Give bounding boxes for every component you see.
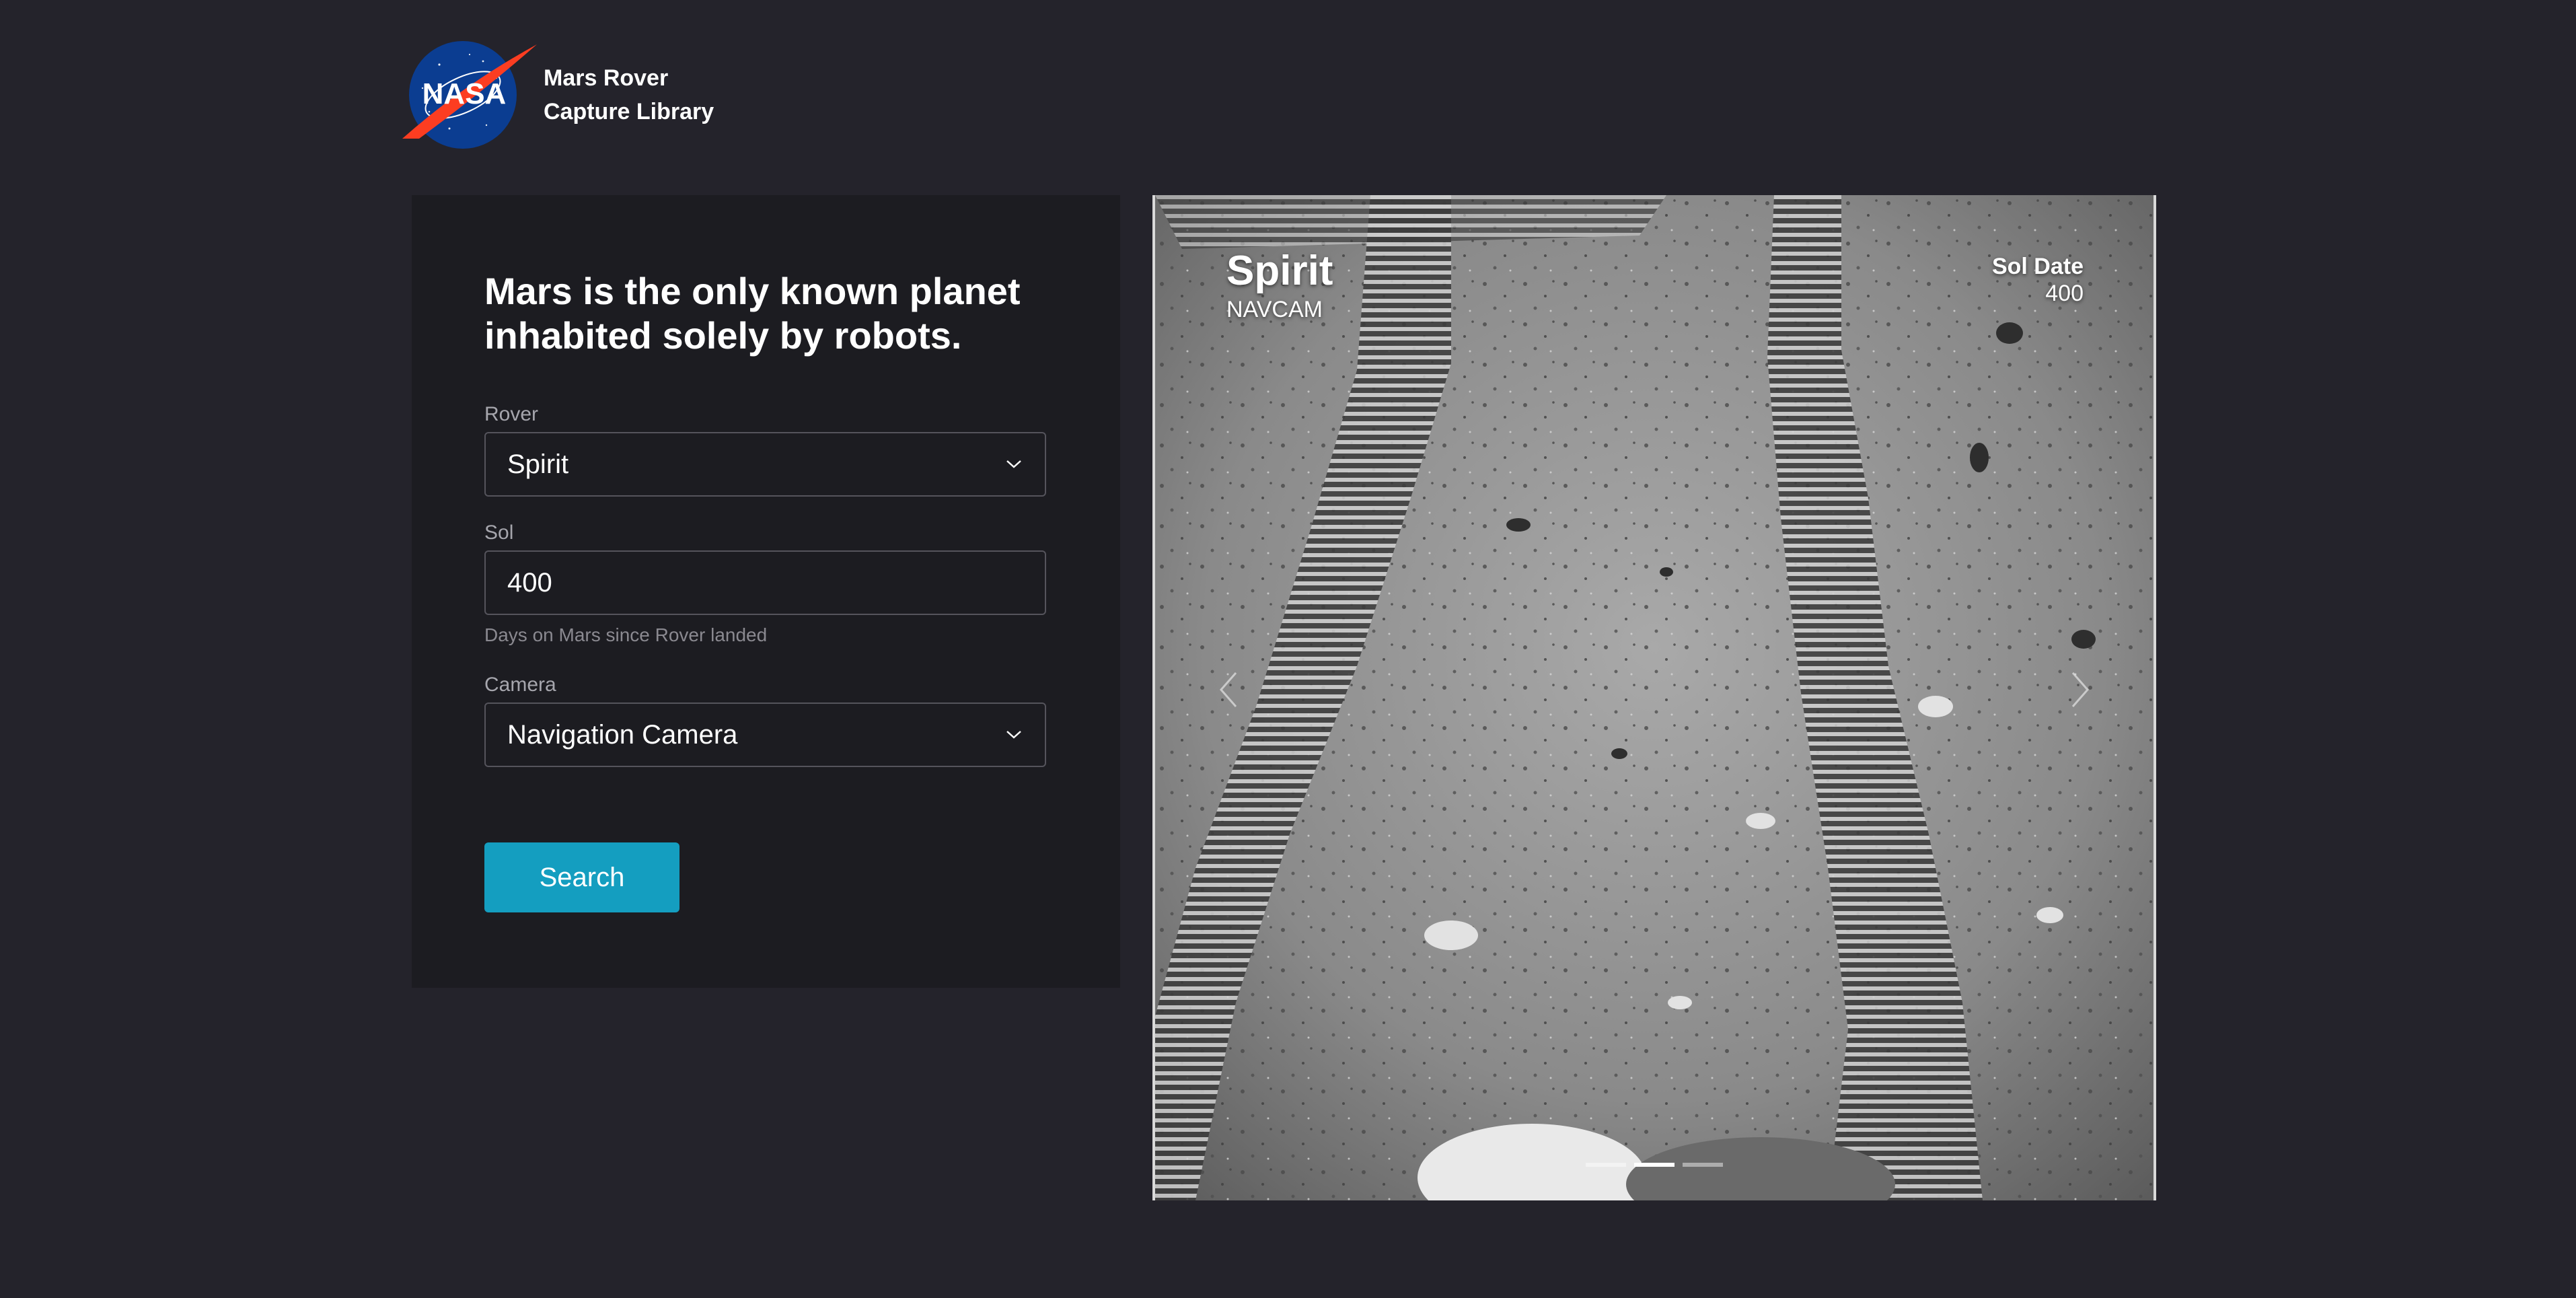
chevron-down-icon [1006,731,1021,739]
carousel-indicator[interactable] [1634,1163,1675,1167]
sol-field-group: Sol 400 Days on Mars since Rover landed [484,521,1047,646]
sol-input[interactable]: 400 [484,550,1046,615]
photo-sol-label: Sol Date [1991,254,2084,279]
search-panel: Mars is the only known planet inhabited … [412,195,1120,988]
photo-carousel: Spirit NAVCAM Sol Date 400 [1152,195,2156,1200]
header: NASA Mars Rover Capture Library [402,38,714,152]
rover-field-group: Rover Spirit [484,402,1047,497]
nasa-logo-text: NASA [422,77,507,110]
app-title-line2: Capture Library [544,99,714,124]
page-headline: Mars is the only known planet inhabited … [484,270,1021,357]
rover-select-value: Spirit [507,449,569,479]
nasa-logo[interactable]: NASA [402,38,537,152]
sol-label: Sol [484,521,514,544]
carousel-indicators [1586,1163,1723,1167]
chevron-left-icon[interactable] [1216,666,1243,713]
search-button[interactable]: Search [484,842,679,912]
sol-input-value: 400 [507,567,552,598]
camera-select-value: Navigation Camera [507,719,738,750]
carousel-indicator[interactable] [1586,1163,1626,1167]
app-title-line1: Mars Rover [544,65,669,91]
chevron-right-icon[interactable] [2066,666,2093,713]
photo-sol-value: 400 [2045,281,2084,306]
mars-surface-photo [1155,195,2154,1200]
rover-select[interactable]: Spirit [484,432,1046,497]
app-title: Mars Rover Capture Library [544,61,714,129]
camera-select[interactable]: Navigation Camera [484,702,1046,767]
rover-label: Rover [484,403,539,425]
chevron-down-icon [1006,460,1021,468]
carousel-indicator[interactable] [1683,1163,1723,1167]
photo-rover-name: Spirit [1226,248,1333,294]
camera-field-group: Camera Navigation Camera [484,673,1047,767]
camera-label: Camera [484,674,556,696]
sol-helper-text: Days on Mars since Rover landed [484,624,768,645]
photo-camera-name: NAVCAM [1226,297,1323,322]
